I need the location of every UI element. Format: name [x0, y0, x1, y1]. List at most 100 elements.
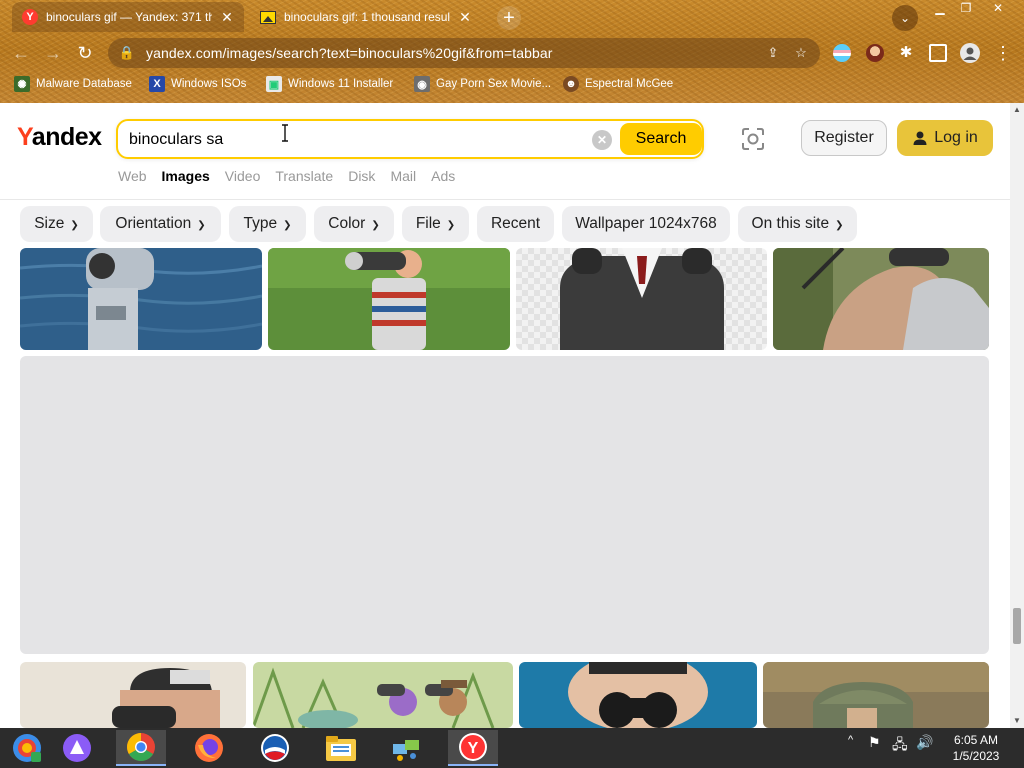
service-mail[interactable]: Mail	[390, 168, 416, 184]
scroll-down-icon[interactable]: ▼	[1010, 714, 1024, 728]
filter-color[interactable]: Color ❯	[314, 206, 394, 242]
image-result-tile[interactable]	[516, 248, 767, 350]
service-images[interactable]: Images	[162, 168, 210, 184]
profile-avatar-icon[interactable]	[960, 43, 980, 63]
service-translate[interactable]: Translate	[275, 168, 333, 184]
lock-icon[interactable]: 🔒	[118, 45, 136, 61]
chrome-icon[interactable]	[116, 730, 166, 766]
filter-orientation[interactable]: Orientation ❯	[100, 206, 221, 242]
chevron-down-icon: ❯	[446, 219, 456, 231]
services-nav: Web Images Video Translate Disk Mail Ads	[118, 168, 455, 184]
filters-bar: Size ❯ Orientation ❯ Type ❯ Color ❯ File ❯ Re…	[0, 199, 1010, 247]
network-tray-icon[interactable]: 🖧	[892, 734, 908, 758]
new-tab-button[interactable]: +	[497, 6, 521, 30]
bookmark-espectral-mcgee[interactable]: ☻ Espectral McGee	[563, 76, 673, 92]
scrollbar-thumb[interactable]	[1013, 608, 1021, 644]
tab-title: binoculars gif: 1 thousand results	[284, 10, 450, 24]
tab-yandex-binoculars[interactable]: Y binoculars gif — Yandex: 371 thou ✕	[12, 2, 244, 32]
back-button[interactable]: ←	[8, 40, 34, 66]
bookmark-malware-database[interactable]: ✺ Malware Database	[14, 76, 132, 92]
yandex-header: Yandex ✕ Search Register Log in Web Imag…	[0, 103, 1010, 248]
bookmark-label: Windows 11 Installer	[288, 78, 394, 90]
cartoon-binoculars-image	[253, 662, 513, 728]
image-result-tile[interactable]	[253, 662, 513, 728]
x-icon: X	[149, 76, 165, 92]
scroll-up-icon[interactable]: ▲	[1010, 103, 1024, 117]
forward-button[interactable]: →	[40, 40, 66, 66]
obama-icon[interactable]	[250, 730, 300, 766]
bookmark-gay-porn-sex-movie[interactable]: ◉ Gay Porn Sex Movie...	[414, 76, 551, 92]
sidebar-icon[interactable]	[929, 44, 947, 62]
chevron-down-icon: ❯	[283, 219, 292, 231]
bookmark-windows-11-installer[interactable]: ▣ Windows 11 Installer	[266, 76, 393, 92]
bookmark-windows-isos[interactable]: X Windows ISOs	[149, 76, 246, 92]
clear-search-icon[interactable]: ✕	[592, 130, 612, 150]
image-result-tile[interactable]	[20, 662, 246, 728]
service-disk[interactable]: Disk	[348, 168, 375, 184]
yandex-logo[interactable]: Yandex	[17, 123, 102, 152]
filter-type[interactable]: Type ❯	[229, 206, 306, 242]
filter-size[interactable]: Size ❯	[20, 206, 93, 242]
image-result-tile[interactable]	[268, 248, 510, 350]
close-icon[interactable]: ✕	[220, 9, 234, 26]
image-result-tile[interactable]	[773, 248, 989, 350]
filter-on-this-site[interactable]: On this site ❯	[738, 206, 857, 242]
image-result-tile[interactable]	[519, 662, 757, 728]
file-explorer-icon[interactable]	[316, 730, 366, 766]
close-window-button[interactable]: ✕	[984, 0, 1012, 18]
avatar-icon: ☻	[563, 76, 579, 92]
chevron-down-icon: ❯	[197, 219, 206, 231]
bookmark-star-icon[interactable]: ☆	[792, 45, 810, 61]
search-input[interactable]	[129, 129, 569, 151]
image-search-camera-icon[interactable]	[738, 124, 768, 154]
image-result-tile[interactable]	[20, 248, 262, 350]
profile-extension-icon[interactable]	[866, 44, 884, 62]
tab-binoculars-results[interactable]: binoculars gif: 1 thousand results ✕	[250, 2, 482, 32]
businessman-binoculars-closeup-image	[519, 662, 757, 728]
chevron-down-icon: ❯	[835, 219, 844, 231]
volume-icon[interactable]: 🔊	[916, 734, 933, 751]
flag-icon[interactable]: ⚑	[868, 734, 881, 751]
system-clock[interactable]: 6:05 AM 1/5/2023	[948, 732, 1004, 764]
firefox-icon[interactable]	[184, 730, 234, 766]
register-button[interactable]: Register	[801, 120, 887, 156]
browser-chrome: Y binoculars gif — Yandex: 371 thou ✕ bi…	[0, 0, 1024, 103]
flag-extension-icon[interactable]	[833, 44, 851, 62]
restore-button[interactable]: ❐	[952, 0, 980, 18]
man-in-cap-binoculars-image	[20, 662, 246, 728]
browser-menu-icon[interactable]: ⋮	[990, 40, 1016, 66]
url-text[interactable]: yandex.com/images/search?text=binoculars…	[146, 45, 754, 61]
clock-time: 6:05 AM	[953, 733, 999, 747]
bookmark-label: Windows ISOs	[171, 78, 247, 90]
text-cursor-icon	[282, 124, 288, 142]
search-button[interactable]: Search	[620, 123, 702, 155]
tab-search-button[interactable]: ⌄	[892, 5, 918, 31]
tab-title: binoculars gif — Yandex: 371 thou	[46, 10, 212, 24]
login-button[interactable]: Log in	[897, 120, 993, 156]
close-icon[interactable]: ✕	[458, 9, 472, 26]
filter-file[interactable]: File ❯	[402, 206, 469, 242]
man-with-binoculars-image	[773, 248, 989, 350]
service-web[interactable]: Web	[118, 168, 147, 184]
filter-wallpaper-size[interactable]: Wallpaper 1024x768	[562, 206, 730, 242]
image-result-tile[interactable]	[763, 662, 989, 728]
share-icon[interactable]: ⇪	[764, 45, 782, 61]
businessman-with-binoculars-image	[516, 248, 767, 350]
globe-icon: ◉	[414, 76, 430, 92]
chrome-remote-icon[interactable]	[2, 730, 52, 766]
minimize-button[interactable]: ▁	[926, 0, 954, 18]
network-icon[interactable]	[382, 730, 432, 766]
page-scrollbar[interactable]: ▲ ▼	[1010, 103, 1024, 728]
chevron-down-icon: ❯	[371, 219, 380, 231]
service-ads[interactable]: Ads	[431, 168, 455, 184]
filter-recent[interactable]: Recent	[477, 206, 554, 242]
clock-date: 1/5/2023	[952, 749, 1000, 763]
generic-app-icon[interactable]	[52, 730, 102, 766]
reload-button[interactable]: ↻	[72, 40, 98, 66]
bookmark-label: Espectral McGee	[585, 78, 674, 90]
address-bar[interactable]: 🔒 yandex.com/images/search?text=binocula…	[108, 38, 820, 68]
extensions-puzzle-icon[interactable]: ✱	[897, 44, 915, 62]
tray-overflow-icon[interactable]: ^	[848, 734, 853, 746]
service-video[interactable]: Video	[225, 168, 261, 184]
yandex-browser-icon[interactable]: Y	[448, 730, 498, 766]
